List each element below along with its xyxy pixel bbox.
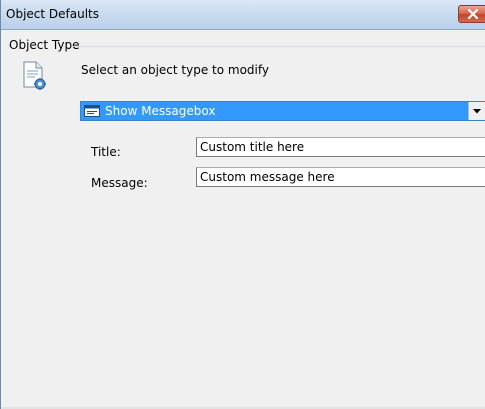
message-input[interactable] <box>196 167 485 187</box>
close-icon <box>467 9 479 19</box>
close-button[interactable] <box>458 5 485 23</box>
dropdown-arrow-button[interactable] <box>468 102 485 120</box>
object-type-group-label: Object Type <box>9 38 82 52</box>
chevron-down-icon <box>473 109 481 114</box>
messagebox-icon <box>84 105 100 117</box>
message-label: Message: <box>91 176 148 190</box>
title-input[interactable] <box>196 137 485 157</box>
object-defaults-window: Object Defaults Object Type Select an ob… <box>0 0 485 409</box>
title-label: Title: <box>91 145 121 159</box>
title-bar[interactable]: Object Defaults <box>1 0 485 30</box>
document-gear-icon <box>23 61 46 90</box>
object-type-prompt: Select an object type to modify <box>81 63 269 77</box>
window-title: Object Defaults <box>6 7 99 21</box>
dropdown-selected-value: Show Messagebox <box>105 104 216 118</box>
group-divider <box>72 46 485 47</box>
object-type-dropdown[interactable]: Show Messagebox <box>80 101 485 121</box>
